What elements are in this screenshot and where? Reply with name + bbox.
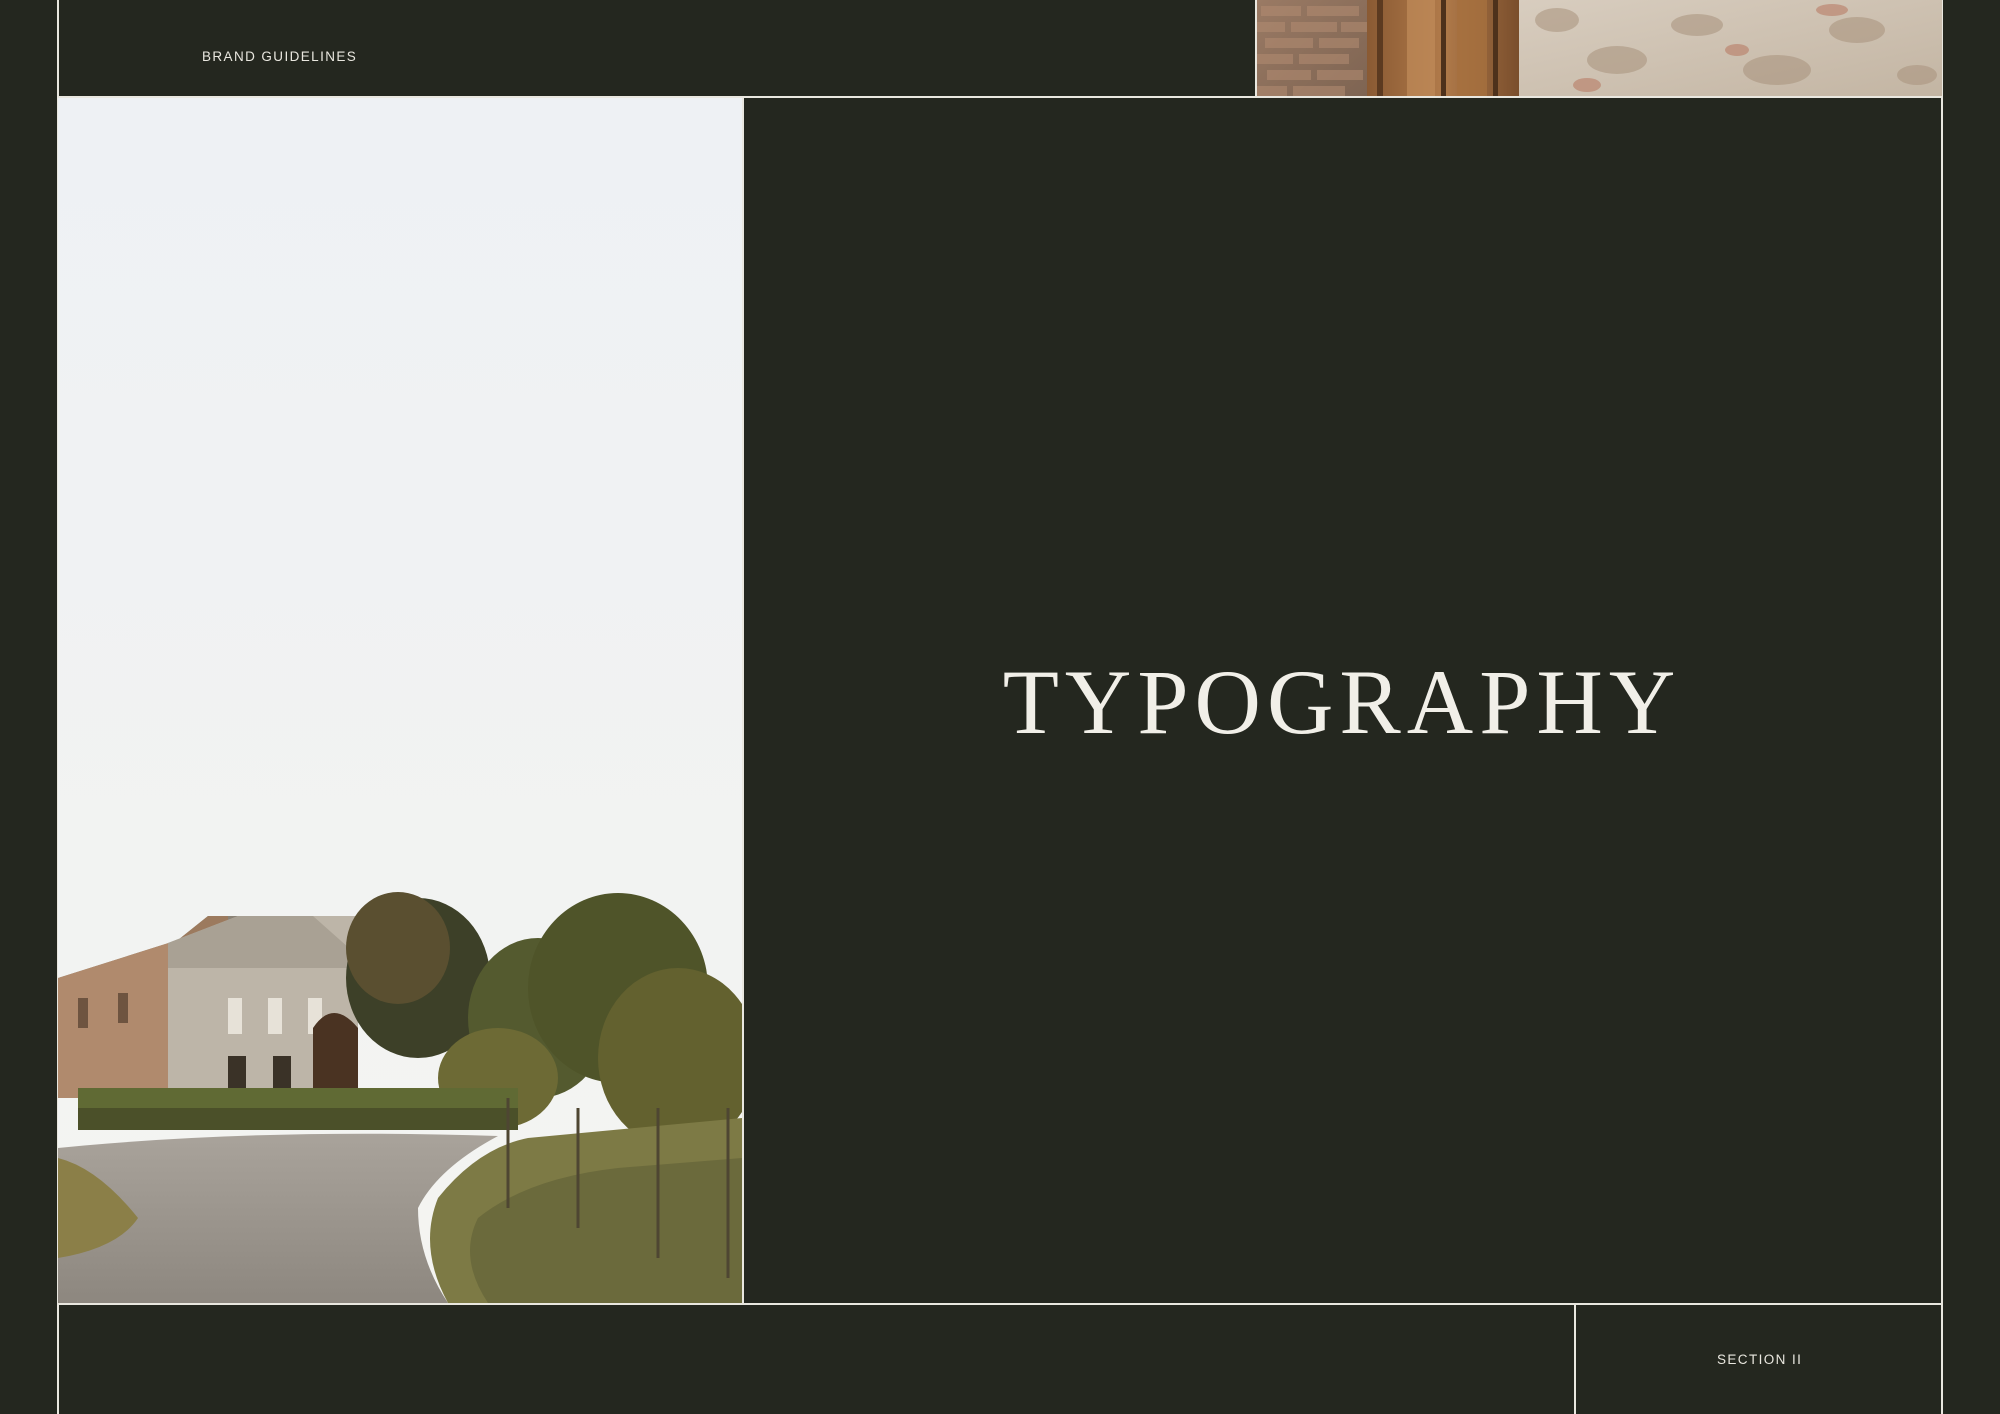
brand-guidelines-label: BRAND GUIDELINES [202,49,358,64]
page-title: TYPOGRAPHY [1002,651,1682,753]
brand-guidelines-page: BRAND GUIDELINES TYPOGRAPHY SECTION II [0,0,2000,1414]
farmhouse-landscape-photo [58,98,742,1303]
brick-wood-texture-photo [1257,0,1942,96]
footer-top-rule [57,1303,1943,1305]
footer-divider-rule [1574,1303,1576,1414]
section-label: SECTION II [1717,1352,1803,1367]
